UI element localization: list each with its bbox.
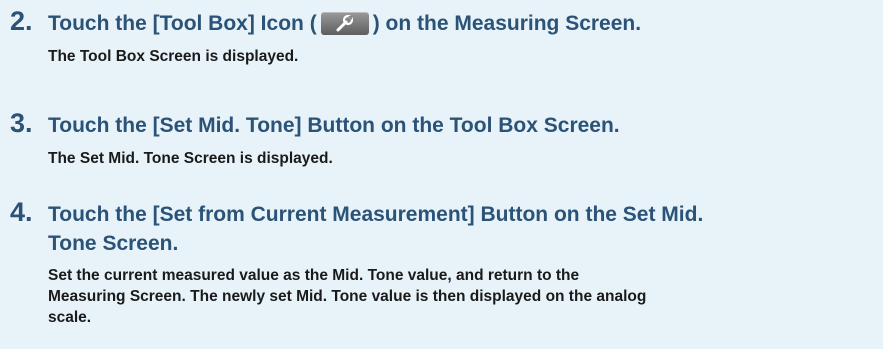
step-3-number: 3. bbox=[10, 108, 33, 138]
step-4-title-line-1: Touch the [Set from Current Measurement]… bbox=[48, 203, 704, 226]
wrench-icon bbox=[320, 12, 369, 35]
step-2-title: Touch the [Tool Box] Icon ( ) on the Meas… bbox=[48, 10, 641, 38]
step-4-body-line-3: scale. bbox=[48, 309, 92, 326]
step-2-title-after: ) on the Measuring Screen. bbox=[372, 12, 642, 35]
step-3-title: Touch the [Set Mid. Tone] Button on the … bbox=[48, 114, 620, 137]
step-4-heading: 4. bbox=[10, 197, 48, 228]
step-4-title-line-2: Tone Screen. bbox=[48, 232, 179, 255]
step-2-number: 2. bbox=[10, 6, 33, 36]
step-2-title-before: Touch the [Tool Box] Icon ( bbox=[48, 12, 317, 35]
step-2-body: The Tool Box Screen is displayed. bbox=[48, 48, 299, 65]
step-4-body: Set the current measured value as the Mi… bbox=[48, 265, 868, 328]
step-3-heading: 3. Touch the [Set Mid. Tone] Button on t… bbox=[10, 108, 620, 140]
step-4-body-line-1: Set the current measured value as the Mi… bbox=[48, 267, 580, 284]
step-3-body: The Set Mid. Tone Screen is displayed. bbox=[48, 150, 333, 167]
step-4-body-line-2: Measuring Screen. The newly set Mid. Ton… bbox=[48, 288, 647, 305]
step-2-heading: 2. Touch the [Tool Box] Icon ( ) on the M… bbox=[10, 6, 641, 38]
instruction-steps: 2. Touch the [Tool Box] Icon ( ) on the M… bbox=[0, 0, 883, 349]
step-4-title: Touch the [Set from Current Measurement]… bbox=[48, 200, 878, 258]
step-4-number: 4. bbox=[10, 197, 33, 227]
